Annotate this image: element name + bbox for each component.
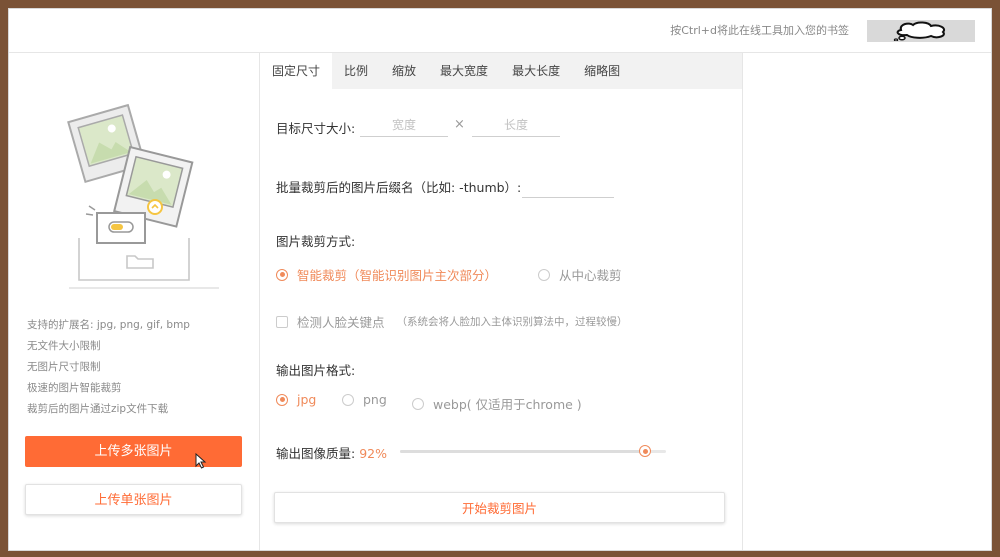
feature-item: 裁剪后的图片通过zip文件下载: [27, 403, 169, 415]
quality-slider-fill: [400, 450, 645, 453]
cloud-icon: [893, 21, 945, 41]
feature-list: 支持的扩展名: jpg, png, gif, bmp 无文件大小限制 无图片尺寸…: [27, 315, 190, 420]
radio-button[interactable]: [276, 393, 288, 406]
radio-smart-crop[interactable]: 智能裁剪（智能识别图片主次部分）: [276, 265, 497, 284]
tab-max-length[interactable]: 最大长度: [500, 53, 572, 89]
quality-label: 输出图像质量: 92%: [276, 443, 387, 462]
feature-item: 无文件大小限制: [27, 340, 101, 352]
tab-bar: 固定尺寸 比例 缩放 最大宽度 最大长度 缩略图: [260, 53, 742, 89]
mouse-pointer-icon: [195, 453, 207, 469]
face-detect-checkbox-row[interactable]: 检测人脸关键点 （系统会将人脸加入主体识别算法中，过程较慢）: [276, 312, 628, 331]
feature-item: 极速的图片智能裁剪: [27, 382, 122, 394]
radio-label: 从中心裁剪: [559, 268, 622, 283]
tab-fixed-size[interactable]: 固定尺寸: [260, 53, 333, 89]
radio-label: jpg: [297, 392, 317, 407]
feature-item: 无图片尺寸限制: [27, 361, 101, 373]
quality-value: 92%: [359, 446, 387, 461]
radio-label: png: [363, 392, 387, 407]
face-detect-hint: （系统会将人脸加入主体识别算法中，过程较慢）: [396, 316, 628, 328]
suffix-label: 批量裁剪后的图片后缀名（比如: -thumb）:: [276, 180, 522, 195]
suffix-input[interactable]: [522, 175, 614, 198]
quality-label-text: 输出图像质量:: [276, 446, 356, 461]
tab-scale[interactable]: 缩放: [380, 53, 428, 89]
tab-ratio[interactable]: 比例: [332, 53, 380, 89]
radio-label: 智能裁剪（智能识别图片主次部分）: [297, 268, 498, 283]
upload-single-button[interactable]: 上传单张图片: [25, 484, 242, 515]
face-detect-checkbox[interactable]: [276, 315, 288, 328]
app-window: 按Ctrl+d将此在线工具加入您的书签 支持的扩展名: jpg, png, gi…: [8, 8, 992, 551]
quality-slider[interactable]: [400, 445, 666, 457]
height-input[interactable]: [472, 114, 560, 137]
times-sign: ×: [454, 117, 465, 132]
radio-format-jpg[interactable]: jpg: [276, 392, 316, 407]
cloud-button[interactable]: [867, 20, 975, 42]
radio-label: webp( 仅适用于chrome ): [433, 397, 582, 412]
top-bar: 按Ctrl+d将此在线工具加入您的书签: [9, 9, 991, 53]
radio-button[interactable]: [412, 397, 424, 410]
radio-button[interactable]: [342, 393, 354, 406]
crop-mode-label: 图片裁剪方式:: [276, 234, 356, 249]
radio-button[interactable]: [538, 268, 550, 281]
radio-format-webp[interactable]: webp( 仅适用于chrome ): [412, 394, 582, 413]
image-upload-illustration: [67, 103, 219, 289]
format-label: 输出图片格式:: [276, 363, 356, 378]
face-detect-label: 检测人脸关键点: [297, 315, 385, 330]
quality-slider-handle[interactable]: [639, 445, 651, 457]
radio-center-crop[interactable]: 从中心裁剪: [538, 265, 622, 284]
feature-item: 支持的扩展名: jpg, png, gif, bmp: [27, 319, 190, 331]
upload-multiple-button[interactable]: 上传多张图片: [25, 436, 242, 467]
target-size-label: 目标尺寸大小:: [276, 121, 356, 136]
tab-thumbnail[interactable]: 缩略图: [572, 53, 632, 89]
settings-panel: 固定尺寸 比例 缩放 最大宽度 最大长度 缩略图 目标尺寸大小: × 批量裁剪后…: [260, 53, 743, 550]
tab-max-width[interactable]: 最大宽度: [428, 53, 500, 89]
radio-format-png[interactable]: png: [342, 392, 387, 407]
bookmark-tip: 按Ctrl+d将此在线工具加入您的书签: [670, 24, 849, 37]
start-crop-button[interactable]: 开始裁剪图片: [274, 492, 725, 523]
width-input[interactable]: [360, 114, 448, 137]
sidebar: 支持的扩展名: jpg, png, gif, bmp 无文件大小限制 无图片尺寸…: [9, 53, 260, 550]
radio-button[interactable]: [276, 268, 288, 281]
